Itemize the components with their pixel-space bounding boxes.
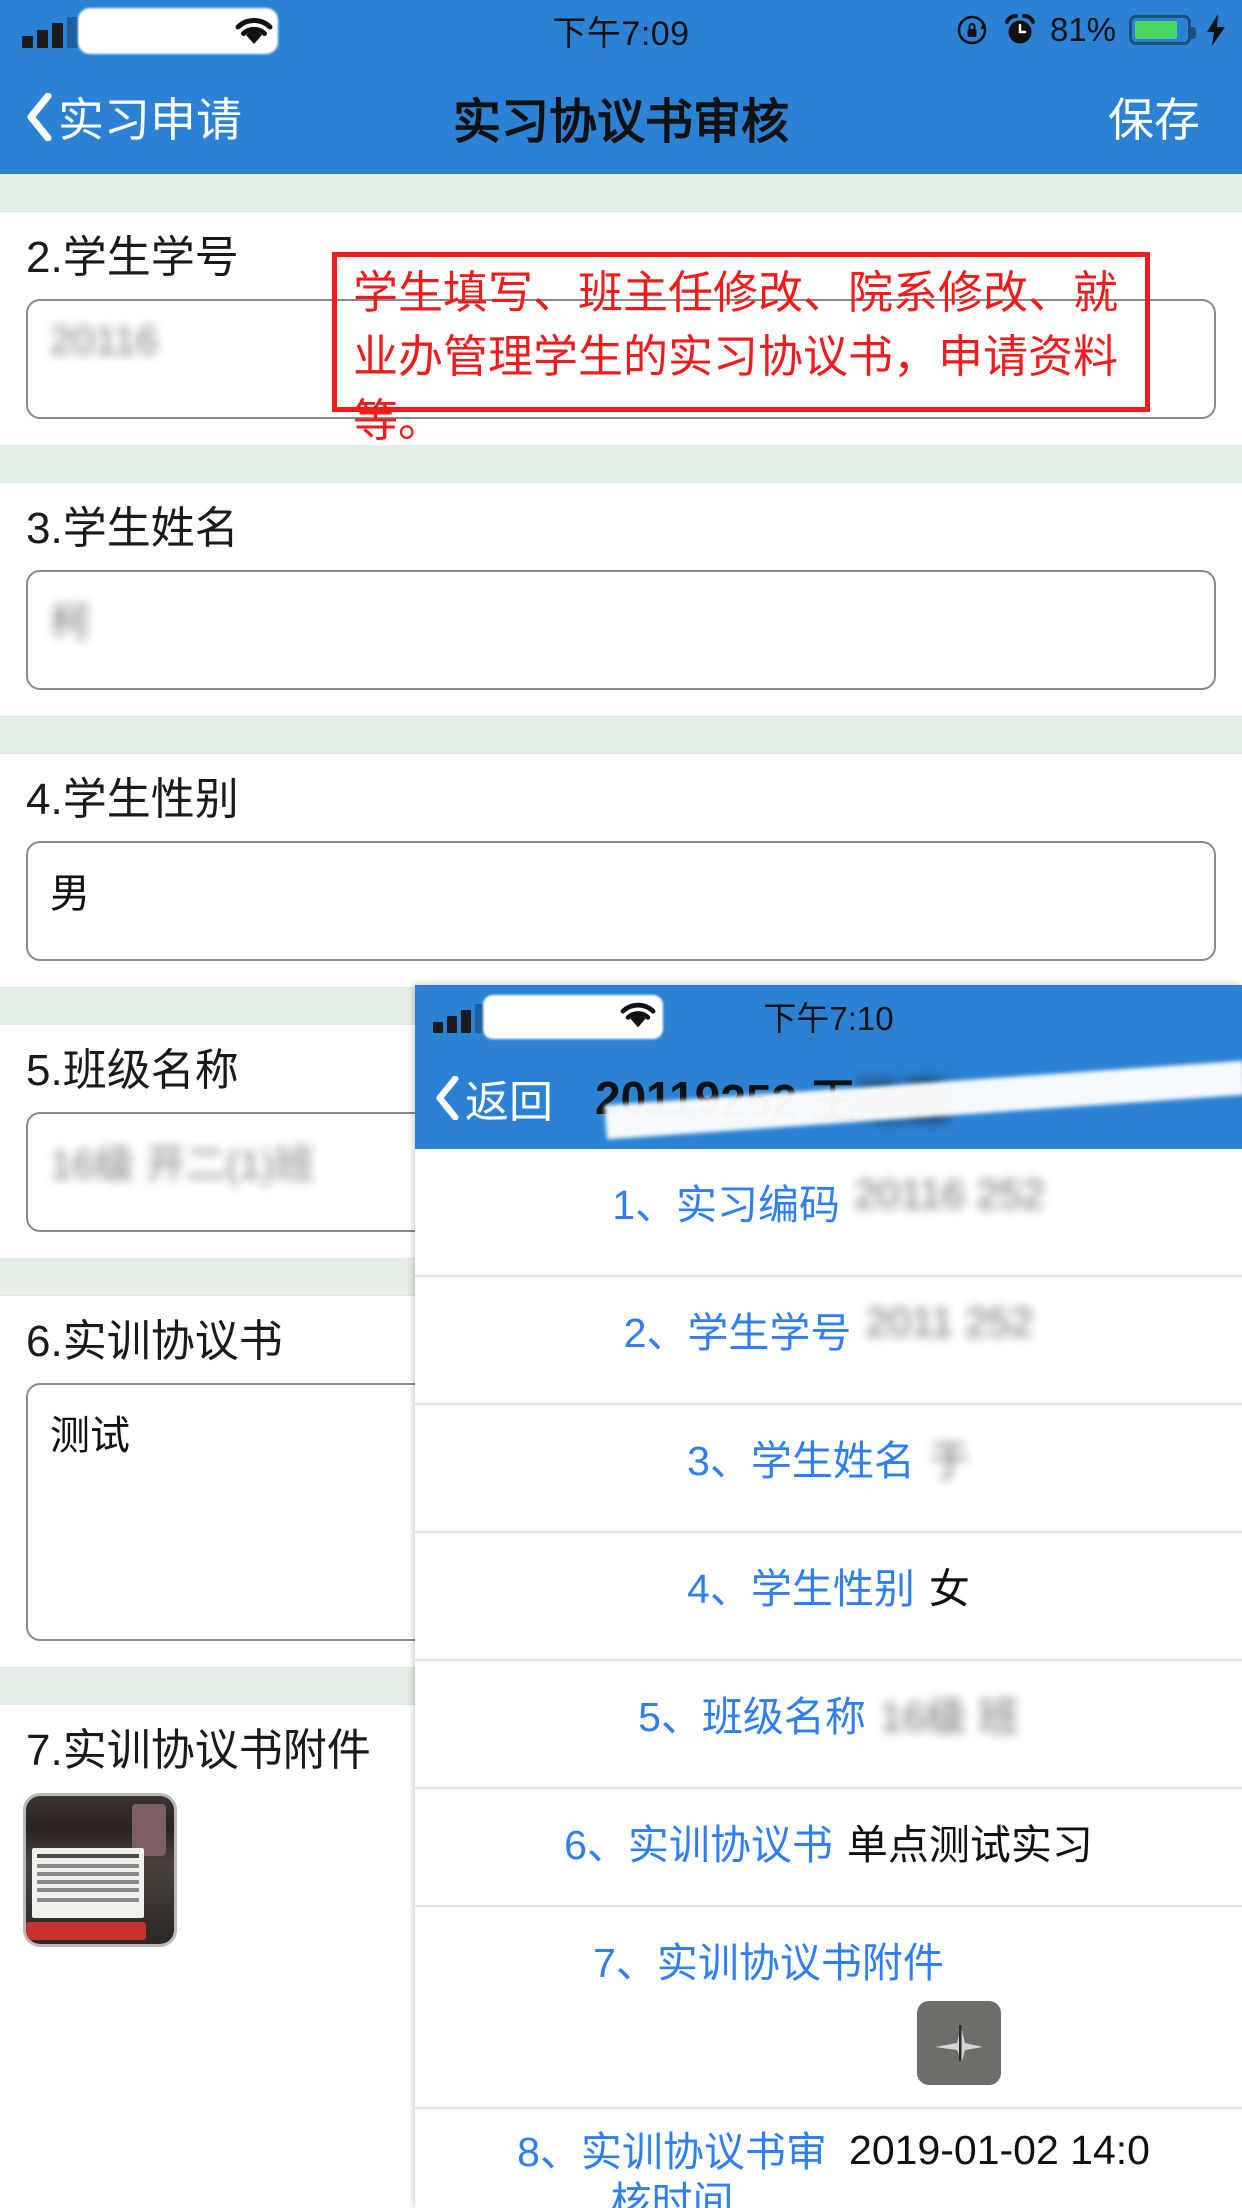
thumbnail-red-detail <box>26 1922 146 1940</box>
form-field-student-name: 3.学生姓名 柯 <box>0 483 1242 690</box>
detail-row-key: 1、实习编码 <box>612 1182 841 1228</box>
alarm-clock-icon <box>1004 14 1035 44</box>
student-gender-input[interactable]: 男 <box>26 841 1216 961</box>
detail-row-value: 单点测试实习 <box>846 1822 1093 1868</box>
detail-row-class-name[interactable]: 5、班级名称 16级 班 <box>415 1661 1242 1789</box>
section-divider <box>0 445 1242 483</box>
charging-bolt-icon <box>1207 14 1225 46</box>
detail-row-value: 20116 252 <box>854 1171 1045 1217</box>
detail-row-key: 7、实训协议书附件 <box>593 1940 944 1986</box>
phone-screen: 下午7:09 81% 实习申请 实习协议书审核 保存 2.学生学号 20116 … <box>0 0 1242 2208</box>
detail-row-key: 6、实训协议书 <box>564 1822 833 1868</box>
status-bar: 下午7:09 81% <box>0 0 1242 60</box>
status-bar-right-group: 81% <box>956 0 1228 60</box>
field-label: 4.学生性别 <box>26 775 239 824</box>
detail-row-student-name[interactable]: 3、学生姓名 于 <box>415 1405 1242 1533</box>
detail-row-agreement-attachment[interactable]: 7、实训协议书附件 <box>415 1907 1242 2109</box>
overlay-status-bar: 下午7:10 <box>415 985 1242 1047</box>
detail-row-student-id[interactable]: 2、学生学号 2011 252 <box>415 1277 1242 1405</box>
overlay-detail-list: 1、实习编码 20116 252 2、学生学号 2011 252 3、学生姓名 … <box>415 1149 1242 2208</box>
detail-row-value: 女 <box>928 1566 970 1612</box>
field-label: 2.学生学号 <box>26 233 239 282</box>
navigation-bar: 实习申请 实习协议书审核 保存 <box>0 60 1242 174</box>
page-title: 实习协议书审核 <box>452 96 789 149</box>
field-label: 3.学生姓名 <box>26 504 239 553</box>
detail-row-key: 4、学生性别 <box>687 1566 915 1612</box>
chevron-left-icon <box>436 1076 459 1120</box>
detail-row-key: 8、实训协议书审核时间 <box>517 2129 827 2208</box>
detail-row-value: 2019-01-02 14:0 <box>849 2127 1150 2173</box>
field-value: 男 <box>50 872 90 916</box>
detail-row-key: 5、班级名称 <box>638 1694 866 1740</box>
overlay-back-button[interactable]: 返回 <box>435 1047 553 1149</box>
section-divider <box>0 716 1242 754</box>
field-value: 20116 <box>50 319 159 363</box>
detail-row-key: 2、学生学号 <box>623 1310 852 1356</box>
field-value: 测试 <box>50 1414 130 1458</box>
detail-row-agreement-text[interactable]: 6、实训协议书 单点测试实习 <box>415 1789 1242 1907</box>
form-field-student-id: 2.学生学号 20116 <box>0 212 1242 419</box>
detail-row-internship-code[interactable]: 1、实习编码 20116 252 <box>415 1149 1242 1277</box>
attachment-thumbnail[interactable] <box>26 1796 174 1944</box>
detail-row-value: 于 <box>928 1438 970 1484</box>
section-divider <box>0 174 1242 212</box>
thumbnail-label-detail <box>32 1848 144 1918</box>
student-id-input[interactable]: 20116 <box>26 299 1216 419</box>
overlay-detail-window: 下午7:10 返回 20119 252 王 动画 1、实习编码 20116 25… <box>415 985 1242 2208</box>
save-button[interactable]: 保存 <box>1108 60 1200 174</box>
rotation-lock-icon <box>957 15 987 45</box>
detail-row-student-gender[interactable]: 4、学生性别 女 <box>415 1533 1242 1661</box>
field-value: 柯 <box>50 601 90 645</box>
field-value: 16级 开二(1)班 <box>50 1143 315 1187</box>
overlay-navigation-bar: 返回 20119 252 王 动画 <box>415 1047 1242 1149</box>
detail-row-value: 16级 班 <box>879 1694 1019 1740</box>
overlay-status-bar-time: 下午7:10 <box>763 1000 894 1037</box>
overlay-attachment-thumbnail[interactable] <box>916 2001 1001 2085</box>
student-name-input[interactable]: 柯 <box>26 570 1216 690</box>
overlay-back-label: 返回 <box>465 1078 553 1127</box>
airplane-photo-icon <box>934 2025 983 2061</box>
detail-row-review-time[interactable]: 8、实训协议书审核时间 2019-01-02 14:0 <box>415 2109 1242 2208</box>
form-field-student-gender: 4.学生性别 男 <box>0 754 1242 961</box>
detail-row-key: 3、学生姓名 <box>687 1438 915 1484</box>
battery-percent-label: 81% <box>1049 11 1116 48</box>
battery-icon <box>1129 15 1196 45</box>
detail-row-value: 2011 252 <box>865 1299 1034 1345</box>
